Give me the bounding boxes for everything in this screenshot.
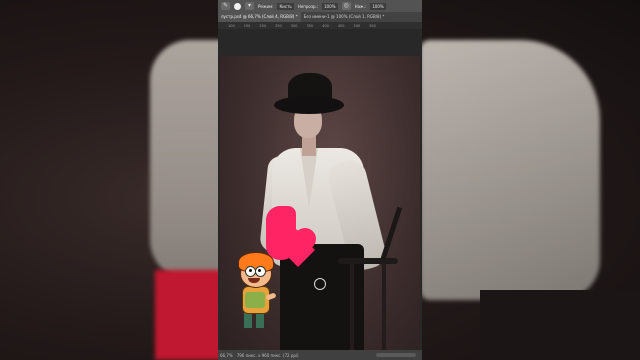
- photo-hat-brim: [274, 96, 344, 114]
- horizontal-ruler: 100 150 200 250 300 350 400 450 500 550: [218, 22, 422, 29]
- blurred-stool-shadow: [480, 290, 640, 360]
- mascot-pupil: [258, 269, 261, 272]
- mascot-shirt: [245, 292, 265, 308]
- brush-cursor-icon: [314, 278, 326, 290]
- ruler-tick: 250: [275, 23, 282, 28]
- photo-stool-back: [378, 206, 403, 266]
- ruler-tick: 550: [369, 23, 376, 28]
- blurred-coat-right: [420, 40, 600, 300]
- photo-stool-leg: [382, 264, 386, 354]
- mode-select[interactable]: Кисть: [277, 2, 294, 10]
- ruler-tick: 150: [243, 23, 251, 28]
- photo-stool-seat: [338, 258, 398, 264]
- brush-settings-icon[interactable]: ▾: [245, 2, 254, 10]
- ruler-tick: 300: [290, 23, 298, 28]
- mascot-leg: [244, 312, 252, 328]
- opacity-field[interactable]: 100%: [322, 2, 338, 10]
- mascot-leg: [256, 312, 264, 328]
- ruler-tick: 350: [306, 23, 314, 28]
- mascot-pupil: [249, 269, 252, 272]
- cartoon-mascot-sticker: [232, 252, 278, 332]
- tab-document-1[interactable]: лустр.psd @ 66,7% (Слой 4, RGB/8) *: [218, 12, 301, 22]
- zoom-readout[interactable]: 66,7%: [220, 353, 233, 358]
- horizontal-scrollbar[interactable]: [376, 353, 416, 357]
- flow-label: Наж.:: [354, 3, 367, 9]
- document-info: 796 пикс. x 960 пикс. (72 ppi): [236, 352, 299, 358]
- tab-document-2[interactable]: Без имени-1 @ 100% (Слой 1, RGB/8) *: [301, 12, 388, 22]
- ruler-tick: 200: [259, 23, 267, 28]
- flow-field[interactable]: 100%: [370, 2, 386, 10]
- ruler-tick: 500: [353, 23, 361, 28]
- mode-label: Режим:: [258, 3, 274, 9]
- ruler-tick: 400: [322, 23, 329, 28]
- brush-preset-icon[interactable]: [234, 2, 241, 10]
- ruler-tick: 450: [337, 23, 345, 28]
- document-tabs: лустр.psd @ 66,7% (Слой 4, RGB/8) * Без …: [218, 12, 422, 22]
- opacity-label: Непрозр.:: [297, 3, 319, 9]
- brush-tool-icon[interactable]: ✎: [221, 2, 230, 10]
- blurred-red-sleeve: [155, 270, 225, 360]
- pressure-opacity-icon[interactable]: ◎: [341, 2, 351, 10]
- photo-stool-leg: [350, 264, 354, 354]
- status-bar: 66,7% 796 пикс. x 960 пикс. (72 ppi): [218, 350, 422, 360]
- options-bar: ✎ ▾ Режим: Кисть Непрозр.: 100% ◎ Наж.: …: [218, 0, 422, 12]
- ruler-tick: 100: [228, 23, 235, 28]
